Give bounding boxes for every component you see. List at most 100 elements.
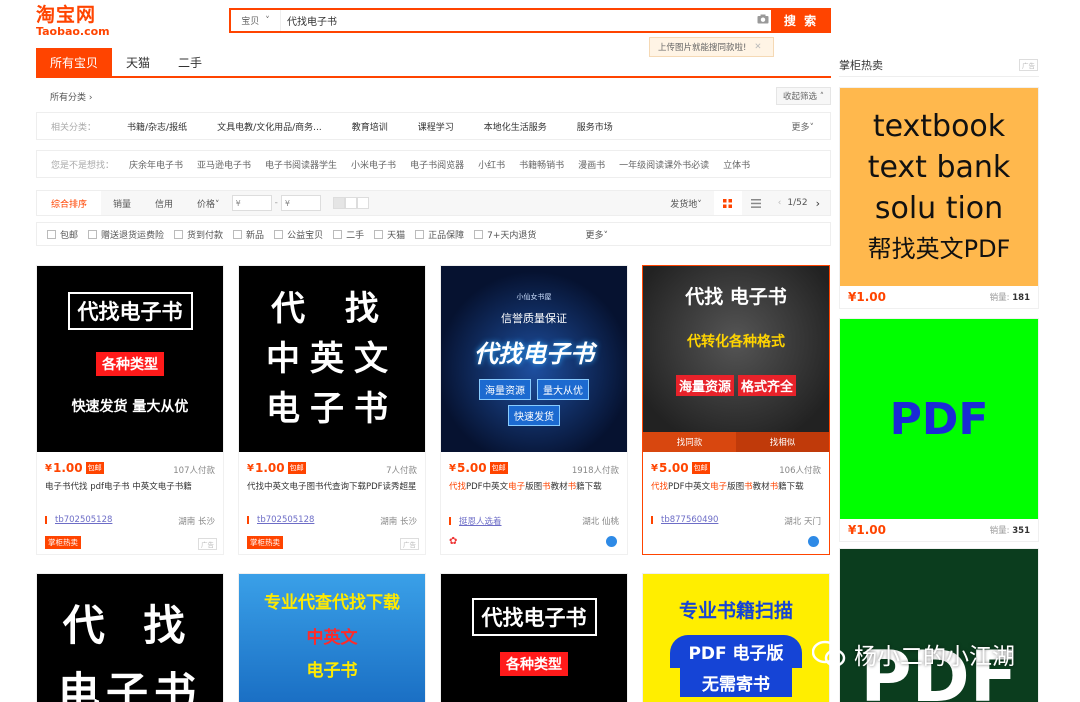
camera-icon[interactable] <box>754 14 772 27</box>
shop-link[interactable]: tb877560490 <box>651 515 718 525</box>
collapse-filter-button[interactable]: 收起筛选 ˄ <box>776 87 831 105</box>
find-same-button[interactable]: 找同款 <box>643 432 736 452</box>
hot-seller-image[interactable]: PDF <box>840 549 1038 702</box>
product-card[interactable]: 小仙女书屋 信誉质量保证 代找电子书 海量资源 量大从优 快速发货 ¥5.00 包… <box>440 265 628 555</box>
product-title[interactable]: 代找中英文电子图书代查询下载PDF读秀超星 <box>247 481 419 494</box>
breadcrumb-all-categories[interactable]: 所有分类 › <box>36 90 92 103</box>
checkbox[interactable] <box>47 229 56 239</box>
find-similar-button[interactable]: 找相似 <box>736 432 829 452</box>
suggest-item[interactable]: 电子书阅览器 <box>410 158 464 171</box>
tab-second-hand[interactable]: 二手 <box>164 48 216 76</box>
related-item[interactable]: 文具电教/文化用品/商务... <box>217 120 322 133</box>
price-to-input[interactable]: ¥ <box>280 195 321 211</box>
suggest-item[interactable]: 电子书阅读器学生 <box>265 158 337 171</box>
img-text: 专业代查代找下载 <box>264 593 400 613</box>
checkbox[interactable] <box>88 229 98 239</box>
img-text: 海量资源 <box>675 375 734 396</box>
product-title[interactable]: 代找PDF中英文电子版图书教材书籍下载 <box>651 481 823 494</box>
sort-default[interactable]: 综合排序 <box>37 191 102 215</box>
suggest-item[interactable]: 庆余年电子书 <box>129 158 183 171</box>
search-type-select[interactable]: 宝贝 ˅ <box>231 10 281 31</box>
product-image[interactable]: 代 找 电子书 <box>37 574 223 702</box>
checkbox[interactable] <box>233 229 243 239</box>
product-title[interactable]: 电子书代找 pdf电子书 中英文电子书籍 <box>45 481 217 494</box>
filter-charity[interactable]: 公益宝贝 <box>274 228 323 241</box>
filter-row: 包邮 赠送退货运费险 货到付款 新品 公益宝贝 二手 天猫 正品保障 7+天内退… <box>36 222 831 246</box>
filter-7day-return[interactable]: 7+天内退货 <box>474 228 536 241</box>
filter-cod[interactable]: 货到付款 <box>174 228 223 241</box>
hot-seller-card[interactable]: PDF ¥1.00 销量: 351 <box>839 318 1039 542</box>
product-card[interactable]: 代找 电子书 代转化各种格式 海量资源 格式齐全 找同款 找相似 ¥5.00 包邮… <box>642 265 830 555</box>
product-card[interactable]: 代找电子书 各种类型 <box>440 573 628 702</box>
checkbox[interactable] <box>333 229 343 239</box>
product-image[interactable]: 专业代查代找下载 中英文 电子书 <box>239 574 425 702</box>
filter-free-shipping[interactable]: 包邮 <box>47 228 78 241</box>
tab-tmall[interactable]: 天猫 <box>112 48 164 76</box>
price: ¥5.00 包邮 <box>651 461 710 475</box>
list-view-icon[interactable] <box>742 198 770 208</box>
filter-new[interactable]: 新品 <box>233 228 264 241</box>
img-text: 信誉质量保证 <box>501 312 567 325</box>
shop-link[interactable]: tb702505128 <box>247 515 314 525</box>
prev-page-icon[interactable]: ‹ <box>778 198 782 208</box>
wangwang-chat-icon[interactable] <box>808 536 819 547</box>
checkbox[interactable] <box>415 229 425 239</box>
price-range-slider[interactable] <box>332 197 369 209</box>
product-card[interactable]: 专业书籍扫描 PDF 电子版 无需寄书 <box>642 573 830 702</box>
hot-seller-card[interactable]: textbook text bank solu tion 帮找英文PDF ¥1.… <box>839 87 1039 309</box>
product-image[interactable]: 代 找 中英文 电子书 <box>239 266 425 452</box>
suggest-item[interactable]: 一年级阅读课外书必读 <box>619 158 709 171</box>
suggest-item[interactable]: 小米电子书 <box>351 158 396 171</box>
suggest-item[interactable]: 小红书 <box>478 158 505 171</box>
sort-price[interactable]: 价格˅ <box>185 197 232 210</box>
grid-view-icon[interactable] <box>713 191 742 215</box>
checkbox[interactable] <box>474 229 484 239</box>
free-shipping-badge: 包邮 <box>489 462 508 474</box>
product-image[interactable]: 代找电子书 各种类型 <box>441 574 627 702</box>
hot-seller-badge: 掌柜热卖 <box>247 536 283 549</box>
price-from-input[interactable]: ¥ <box>231 195 272 211</box>
product-card[interactable]: 代找电子书 各种类型 快速发货 量大从优 ¥1.00 包邮 107人付款 电子书代… <box>36 265 224 555</box>
related-item[interactable]: 本地化生活服务 <box>484 120 547 133</box>
related-item[interactable]: 教育培训 <box>352 120 388 133</box>
related-item[interactable]: 书籍/杂志/报纸 <box>127 120 187 133</box>
filter-used[interactable]: 二手 <box>333 228 364 241</box>
related-item[interactable]: 服务市场 <box>577 120 613 133</box>
suggest-item[interactable]: 书籍畅销书 <box>519 158 564 171</box>
product-title[interactable]: 代找PDF中英文电子版图书教材书籍下载 <box>449 481 621 494</box>
search-input[interactable]: 代找电子书 <box>281 13 754 28</box>
ship-from-select[interactable]: 发货地˅ <box>658 197 714 210</box>
next-page-icon[interactable]: › <box>816 197 820 210</box>
related-categories: 相关分类： 书籍/杂志/报纸 文具电教/文化用品/商务... 教育培训 课程学习… <box>36 112 831 140</box>
suggest-item[interactable]: 漫画书 <box>578 158 605 171</box>
related-item[interactable]: 课程学习 <box>418 120 454 133</box>
product-image[interactable]: 代找 电子书 代转化各种格式 海量资源 格式齐全 <box>643 266 829 452</box>
tab-all-items[interactable]: 所有宝贝 <box>36 48 113 76</box>
hot-seller-card[interactable]: PDF <box>839 548 1039 702</box>
taobao-logo[interactable]: 淘宝网 Taobao.com <box>36 4 118 40</box>
product-image[interactable]: 代找电子书 各种类型 快速发货 量大从优 <box>37 266 223 452</box>
related-more-button[interactable]: 更多˅ <box>791 120 814 133</box>
checkbox[interactable] <box>174 229 184 239</box>
wangwang-chat-icon[interactable] <box>606 536 617 547</box>
product-card[interactable]: 代 找 电子书 <box>36 573 224 702</box>
product-image[interactable]: 专业书籍扫描 PDF 电子版 无需寄书 <box>643 574 829 702</box>
filter-return-insurance[interactable]: 赠送退货运费险 <box>88 228 164 241</box>
shop-link[interactable]: tb702505128 <box>45 515 112 525</box>
suggest-item[interactable]: 亚马逊电子书 <box>197 158 251 171</box>
hot-seller-image[interactable]: PDF <box>840 319 1038 519</box>
filter-more-button[interactable]: 更多˅ <box>585 228 608 241</box>
filter-tmall[interactable]: 天猫 <box>374 228 405 241</box>
sort-sales[interactable]: 销量 <box>101 197 143 210</box>
shop-link[interactable]: 挺恩人选着 <box>449 515 502 527</box>
checkbox[interactable] <box>274 229 284 239</box>
product-image[interactable]: 小仙女书屋 信誉质量保证 代找电子书 海量资源 量大从优 快速发货 <box>441 266 627 452</box>
checkbox[interactable] <box>374 229 384 239</box>
product-card[interactable]: 代 找 中英文 电子书 ¥1.00 包邮 7人付款 代找中英文电子图书代查询下载P… <box>238 265 426 555</box>
filter-genuine[interactable]: 正品保障 <box>415 228 464 241</box>
sort-credit[interactable]: 信用 <box>143 197 185 210</box>
hot-seller-image[interactable]: textbook text bank solu tion 帮找英文PDF <box>840 88 1038 286</box>
product-card[interactable]: 专业代查代找下载 中英文 电子书 <box>238 573 426 702</box>
suggest-item[interactable]: 立体书 <box>723 158 750 171</box>
search-button[interactable]: 搜 索 <box>771 8 831 33</box>
